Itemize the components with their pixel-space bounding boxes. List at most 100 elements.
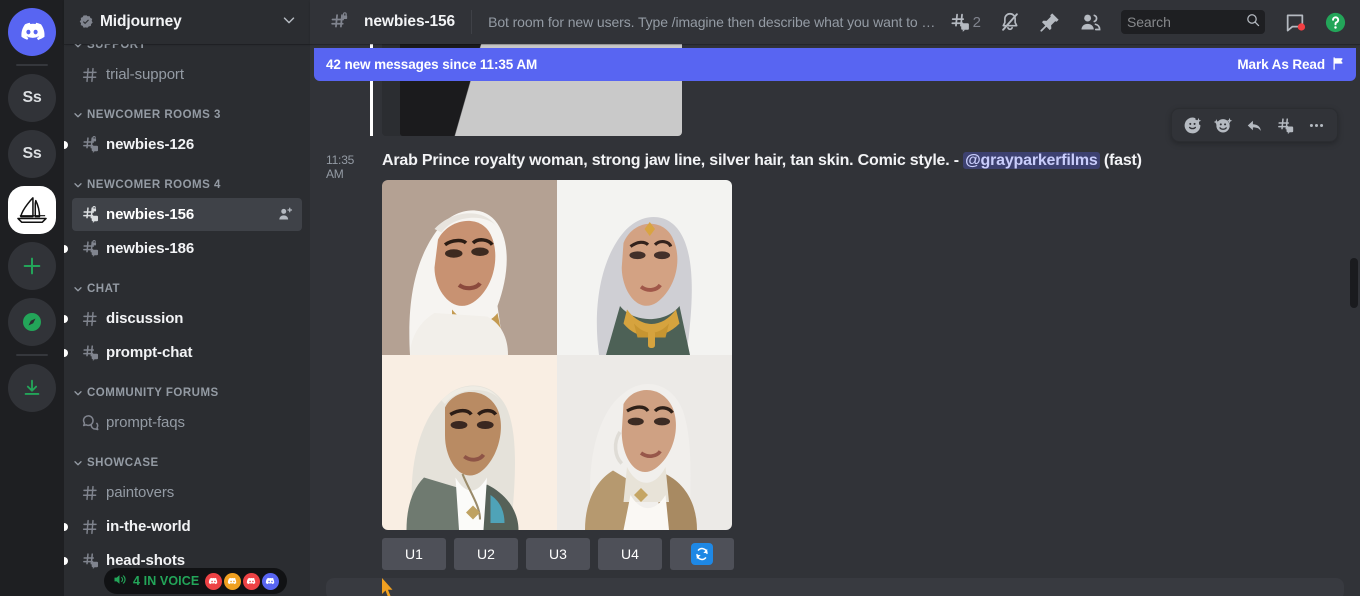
grid-cell-top-left[interactable] (382, 180, 557, 355)
guild-name: Midjourney (100, 13, 274, 31)
server-rail-item-discord-home[interactable] (8, 8, 56, 56)
midjourney-sailboat-icon (15, 195, 49, 225)
more-actions-icon[interactable] (1302, 113, 1331, 137)
voice-status-pill[interactable]: 4 IN VOICE (104, 568, 287, 594)
sidebar-item-discussion[interactable]: discussion (72, 302, 302, 335)
button-label: U4 (621, 546, 639, 562)
grid-cell-bottom-right[interactable] (557, 355, 732, 530)
server-rail-item-server-ss-2[interactable]: Ss (8, 130, 56, 178)
category-showcase[interactable]: SHOWCASE (64, 451, 310, 475)
sidebar-item-newbies-126[interactable]: newbies-126 (72, 128, 302, 161)
mark-read-icon (1331, 56, 1346, 74)
category-newcomer-rooms-3[interactable]: NEWCOMER ROOMS 3 (64, 103, 310, 127)
server-rail-item-midjourney[interactable] (8, 186, 56, 234)
invite-member-icon[interactable] (276, 206, 294, 223)
category-label: NEWCOMER ROOMS 4 (87, 179, 221, 191)
upscale-2-button[interactable]: U2 (454, 538, 518, 570)
channel-topic[interactable]: Bot room for new users. Type /imagine th… (488, 14, 936, 30)
message-prompt: Arab Prince royalty woman, strong jaw li… (382, 152, 950, 169)
speaker-icon (112, 572, 127, 590)
channel-name: trial-support (106, 66, 294, 83)
sidebar-item-newbies-156[interactable]: newbies-156 (72, 198, 302, 231)
chevron-down-icon (72, 283, 84, 295)
members-icon[interactable] (1074, 10, 1107, 34)
sidebar-item-prompt-faqs[interactable]: prompt-faqs (72, 406, 302, 439)
header-divider (471, 10, 472, 34)
search-input[interactable]: Search (1121, 10, 1265, 34)
server-rail-divider-2 (16, 354, 48, 356)
guild-header[interactable]: Midjourney (64, 0, 310, 44)
sidebar-item-in-the-world[interactable]: in-the-world (72, 510, 302, 543)
search-icon (1245, 12, 1261, 33)
mark-as-read-button[interactable]: Mark As Read (1237, 56, 1346, 74)
mention-grayparkerfilms[interactable]: @grayparkerfilms (963, 152, 1099, 169)
server-initials-label: Ss (23, 89, 42, 107)
avatar (205, 573, 222, 590)
unread-indicator (64, 349, 68, 357)
upscale-1-button[interactable]: U1 (382, 538, 446, 570)
main-chat-area: newbies-156 Bot room for new users. Type… (310, 0, 1360, 596)
mark-as-read-label: Mark As Read (1237, 57, 1325, 72)
sidebar-item-paintovers[interactable]: paintovers (72, 476, 302, 509)
download-icon (21, 377, 43, 399)
avatar (243, 573, 260, 590)
sidebar-item-newbies-186[interactable]: newbies-186 (72, 232, 302, 265)
chevron-down-icon (72, 457, 84, 469)
inbox-icon[interactable] (1279, 10, 1311, 34)
avatar (224, 573, 241, 590)
unread-indicator (64, 315, 68, 323)
message-content: Arab Prince royalty woman, strong jaw li… (382, 150, 1312, 172)
server-rail-item-explore-servers[interactable] (8, 298, 56, 346)
chevron-down-icon (72, 387, 84, 399)
scrollbar-thumb[interactable] (1350, 258, 1358, 308)
unread-indicator (64, 141, 68, 149)
hash-thread-lock-icon (80, 135, 100, 155)
upscale-3-button[interactable]: U3 (526, 538, 590, 570)
message-scroller[interactable]: ECYiNG creative services 11:35 AM Arab P… (310, 44, 1360, 596)
reroll-button[interactable] (670, 538, 734, 570)
add-reaction-icon[interactable] (1178, 113, 1207, 137)
channel-name: head-shots (106, 552, 294, 569)
new-messages-banner: 42 new messages since 11:35 AM Mark As R… (314, 48, 1356, 81)
create-thread-icon[interactable] (1271, 113, 1300, 137)
pin-icon[interactable] (1034, 10, 1066, 34)
category-chat[interactable]: CHAT (64, 277, 310, 301)
threads-icon[interactable]: 2 (944, 10, 986, 34)
unread-indicator (64, 557, 68, 565)
main-scrollbar[interactable] (1350, 44, 1358, 596)
grid-cell-top-right[interactable] (557, 180, 732, 355)
channel-name: paintovers (106, 484, 294, 501)
guild-dropdown-chevron-down-icon[interactable] (280, 11, 298, 34)
threads-count: 2 (973, 14, 981, 31)
chevron-down-icon (72, 44, 84, 51)
hash-icon (80, 309, 100, 329)
upscale-4-button[interactable]: U4 (598, 538, 662, 570)
chevron-down-icon (72, 109, 84, 121)
server-rail-item-download-apps[interactable] (8, 364, 56, 412)
reply-icon[interactable] (1240, 113, 1269, 137)
server-initials-label: Ss (23, 145, 42, 163)
grid-cell-bottom-left[interactable] (382, 355, 557, 530)
channel-sidebar: Midjourney SUPPORT trial-support (64, 0, 310, 596)
server-rail-item-server-ss-1[interactable]: Ss (8, 74, 56, 122)
channel-name: newbies-126 (106, 136, 294, 153)
hash-icon (80, 483, 100, 503)
category-support[interactable]: SUPPORT (64, 44, 310, 57)
hash-lock-icon (324, 10, 356, 34)
server-rail-item-add-server[interactable] (8, 242, 56, 290)
help-icon[interactable] (1319, 10, 1352, 34)
channel-name: newbies-156 (106, 206, 270, 223)
generated-image-grid[interactable] (382, 180, 732, 530)
sidebar-item-trial-support[interactable]: trial-support (72, 58, 302, 91)
super-reaction-icon[interactable] (1209, 113, 1238, 137)
category-newcomer-rooms-4[interactable]: NEWCOMER ROOMS 4 (64, 173, 310, 197)
channel-header: newbies-156 Bot room for new users. Type… (310, 0, 1360, 44)
bell-muted-icon[interactable] (994, 10, 1026, 34)
category-community-forums[interactable]: COMMUNITY FORUMS (64, 381, 310, 405)
message-composer[interactable] (326, 578, 1344, 596)
channel-list[interactable]: SUPPORT trial-support NEWCOMER ROOMS 3 (64, 44, 310, 596)
button-label: U2 (477, 546, 495, 562)
category-label: SHOWCASE (87, 457, 159, 469)
sidebar-item-prompt-chat[interactable]: prompt-chat (72, 336, 302, 369)
hash-thread-icon (80, 343, 100, 363)
